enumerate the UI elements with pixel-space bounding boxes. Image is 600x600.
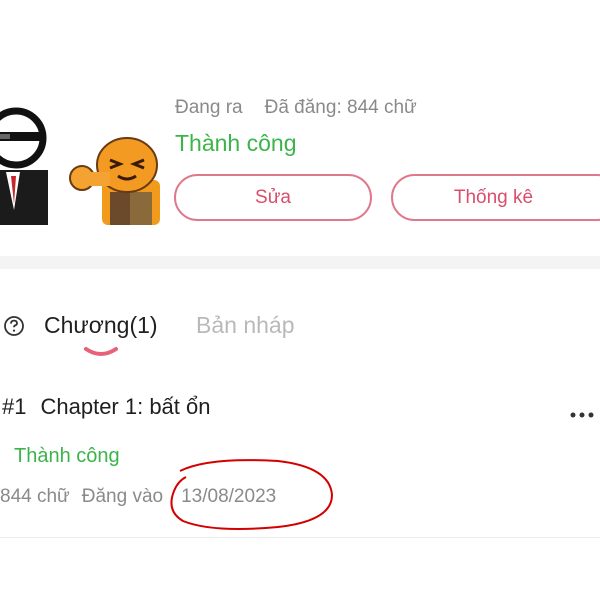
story-meta: Đang ra Đã đăng: 844 chữ [175, 97, 417, 119]
story-cover-image [0, 100, 160, 225]
chapter-title[interactable]: #1 Chapter 1: bất ổn [2, 394, 211, 420]
chapter-posted-label: Đăng vào [81, 486, 164, 507]
chapter-name: Chapter 1: bất ổn [40, 394, 211, 419]
tab-drafts[interactable]: Bản nháp [196, 312, 294, 339]
edit-button-label: Sửa [255, 186, 291, 208]
chapter-word-count: 844 chữ [0, 486, 70, 507]
story-result-status: Thành công [175, 130, 297, 156]
edit-button[interactable]: Sửa [174, 174, 372, 221]
chapter-status: Thành công [14, 445, 120, 467]
tab-chapters[interactable]: Chương(1) [44, 312, 158, 339]
chapter-number: #1 [2, 394, 27, 419]
stats-button[interactable]: Thống kê [391, 174, 600, 221]
section-separator [0, 256, 600, 269]
annotation-circle [168, 455, 338, 535]
more-horizontal-icon[interactable] [570, 405, 594, 418]
story-posted-count: Đã đăng: 844 chữ [264, 97, 417, 118]
stats-button-label: Thống kê [453, 186, 534, 208]
story-status-label: Đang ra [175, 97, 243, 118]
help-circle-icon[interactable] [3, 315, 25, 337]
list-divider [0, 537, 600, 538]
active-tab-indicator [83, 344, 119, 360]
